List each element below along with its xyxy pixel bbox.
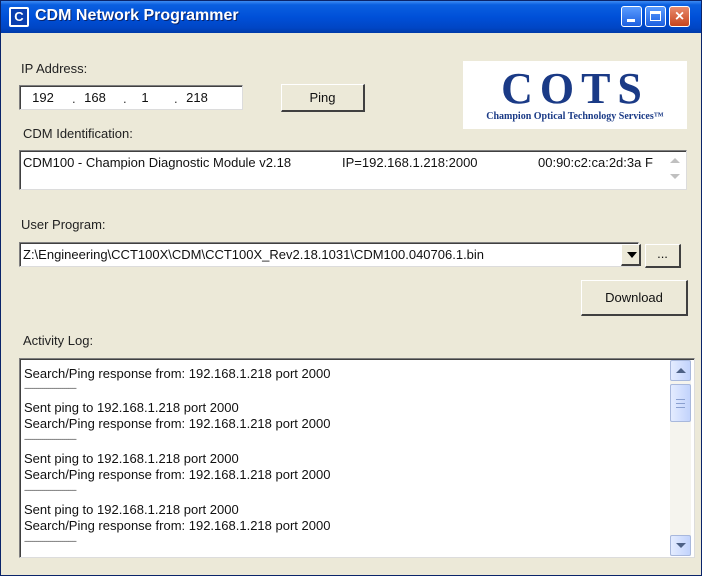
user-program-dropdown-button[interactable] xyxy=(621,244,641,266)
log-line: Sent ping to 192.168.1.218 port 2000 xyxy=(24,451,239,466)
log-line: Search/Ping response from: 192.168.1.218… xyxy=(24,467,331,482)
user-program-combo[interactable]: Z:\Engineering\CCT100X\CDM\CCT100X_Rev2.… xyxy=(19,242,639,267)
log-scroll-up-button[interactable] xyxy=(670,360,691,381)
close-icon: × xyxy=(674,8,685,25)
ping-button[interactable]: Ping xyxy=(281,84,365,112)
ip-dot: . xyxy=(123,91,127,106)
activity-log-textarea[interactable]: Search/Ping response from: 192.168.1.218… xyxy=(19,358,695,558)
log-separator: -------------------------- xyxy=(24,434,77,444)
app-icon[interactable]: C xyxy=(9,7,29,27)
app-window: C CDM Network Programmer × IP Address: 1… xyxy=(0,0,702,576)
chevron-down-icon xyxy=(676,543,686,548)
scroll-down-icon xyxy=(670,174,680,179)
log-line: Search/Ping response from: 192.168.1.218… xyxy=(24,366,331,381)
log-line: Sent ping to 192.168.1.218 port 2000 xyxy=(24,400,239,415)
log-line: Search/Ping response from: 192.168.1.218… xyxy=(24,518,331,533)
ip-octet-1[interactable]: 192 xyxy=(26,90,60,105)
maximize-button[interactable] xyxy=(645,6,666,27)
ip-octet-2[interactable]: 168 xyxy=(78,90,112,105)
id-scroll-up-button[interactable] xyxy=(668,154,681,167)
logo-text: COTS xyxy=(501,64,649,113)
ip-address-field[interactable]: 192 . 168 . 1 . 218 xyxy=(19,85,243,110)
log-line: Sent ping to 192.168.1.218 port 2000 xyxy=(24,502,239,517)
maximize-icon xyxy=(650,11,661,21)
log-scroll-thumb[interactable] xyxy=(670,384,691,422)
cots-logo: COTS Champion Optical Technology Service… xyxy=(463,61,687,129)
window-title: CDM Network Programmer xyxy=(35,7,239,24)
grip-line xyxy=(676,403,685,404)
grip-line xyxy=(676,399,685,400)
user-program-path: Z:\Engineering\CCT100X\CDM\CCT100X_Rev2.… xyxy=(23,247,485,262)
minimize-icon xyxy=(627,19,635,22)
ip-dot: . xyxy=(174,91,178,106)
activity-log-scrollbar[interactable] xyxy=(670,360,691,556)
log-separator: -------------------------- xyxy=(24,383,77,393)
ip-address-label: IP Address: xyxy=(21,61,88,76)
cdm-identification-list[interactable]: CDM100 - Champion Diagnostic Module v2.1… xyxy=(19,150,687,190)
grip-line xyxy=(676,407,685,408)
log-separator: -------------------------- xyxy=(24,536,77,546)
cdm-mac: 00:90:c2:ca:2d:3a F xyxy=(538,155,653,170)
browse-button[interactable]: ... xyxy=(645,244,681,268)
activity-log-label: Activity Log: xyxy=(23,333,94,348)
logo-subtitle: Champion Optical Technology Services™ xyxy=(486,111,664,122)
download-button[interactable]: Download xyxy=(581,280,688,316)
cdm-address: IP=192.168.1.218:2000 xyxy=(342,155,478,170)
ip-dot: . xyxy=(72,91,76,106)
log-separator: -------------------------- xyxy=(24,485,77,495)
scroll-up-icon xyxy=(670,158,680,163)
user-program-label: User Program: xyxy=(21,217,106,232)
ip-octet-4[interactable]: 218 xyxy=(180,90,214,105)
log-line: Search/Ping response from: 192.168.1.218… xyxy=(24,416,331,431)
minimize-button[interactable] xyxy=(621,6,642,27)
chevron-down-icon xyxy=(627,252,637,258)
log-scroll-down-button[interactable] xyxy=(670,535,691,556)
chevron-up-icon xyxy=(676,368,686,373)
id-scroll-down-button[interactable] xyxy=(668,170,681,183)
close-button[interactable]: × xyxy=(669,6,690,27)
app-icon-glyph: C xyxy=(11,9,27,25)
ip-octet-3[interactable]: 1 xyxy=(128,90,162,105)
cdm-identification-label: CDM Identification: xyxy=(23,126,133,141)
cdm-module-name: CDM100 - Champion Diagnostic Module v2.1… xyxy=(23,155,292,170)
title-bar[interactable]: C CDM Network Programmer × xyxy=(1,1,701,33)
